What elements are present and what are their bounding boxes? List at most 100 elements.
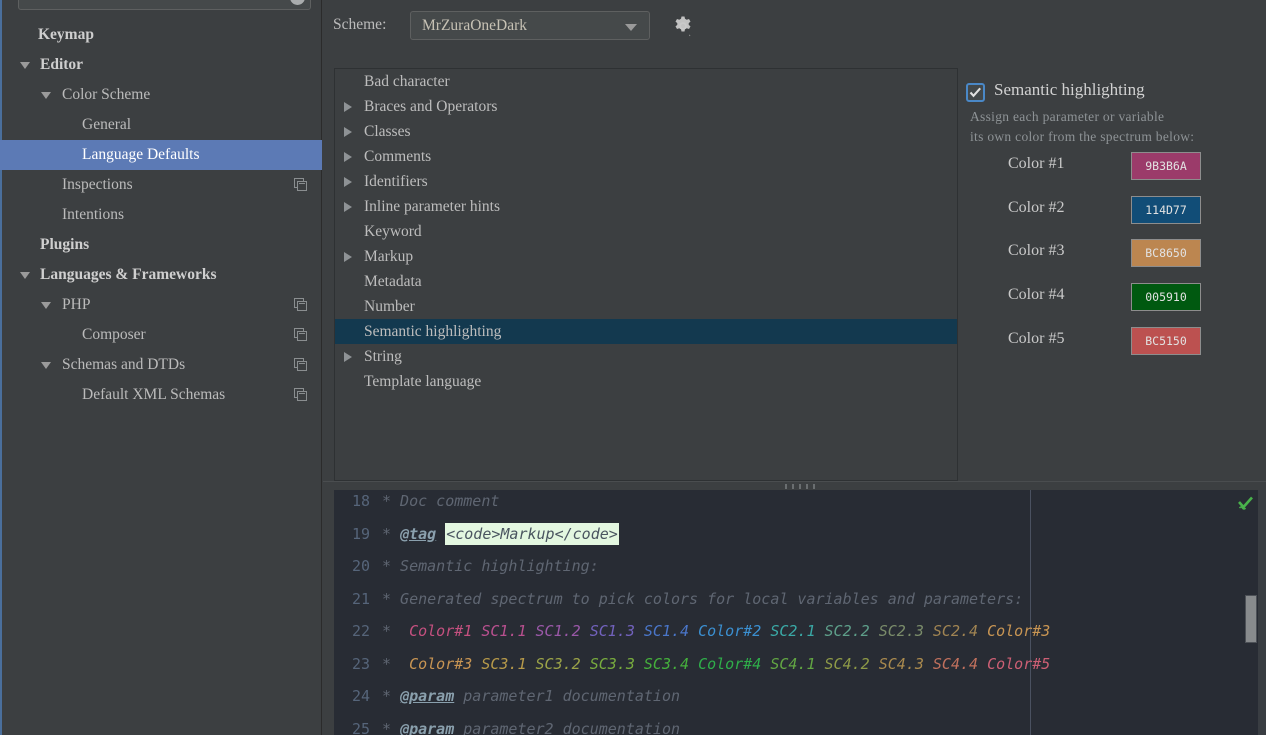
sidebar-item-intentions[interactable]: Intentions [0, 200, 322, 230]
chevron-down-icon[interactable] [41, 91, 51, 99]
scheme-toolbar: Scheme: MrZuraOneDark [323, 0, 1266, 55]
category-item-semantic-highlighting[interactable]: Semantic highlighting [335, 319, 957, 344]
category-item-template-language[interactable]: Template language [335, 369, 957, 394]
chevron-down-icon[interactable] [41, 301, 51, 309]
chevron-down-icon[interactable] [20, 271, 30, 279]
line-number: 20 [351, 557, 370, 575]
spectrum-token [816, 622, 825, 640]
category-item-markup[interactable]: Markup [335, 244, 957, 269]
category-item-metadata[interactable]: Metadata [335, 269, 957, 294]
category-item-label: Metadata [364, 272, 422, 290]
code-token: @tag [400, 524, 437, 543]
spectrum-token: * [382, 654, 410, 673]
search-input[interactable]: ⌄ ▫ ▫ [18, 0, 311, 10]
sidebar-item-general[interactable]: General [0, 110, 322, 140]
spectrum-token: SC1.1 [481, 622, 527, 640]
sidebar-item-php[interactable]: PHP [0, 290, 322, 320]
chevron-right-icon[interactable] [344, 351, 352, 362]
sidebar-item-keymap[interactable]: Keymap [0, 20, 322, 50]
category-item-bad-character[interactable]: Bad character [335, 69, 957, 94]
color-label: Color #2 [1008, 198, 1065, 216]
color-swatch-5[interactable]: BC5150 [1131, 326, 1201, 355]
spectrum-token [635, 655, 644, 673]
code-line-content: * @tag <code>Markup</code> [382, 522, 619, 545]
color-swatch-1[interactable]: 9B3B6A [1131, 152, 1201, 180]
line-number: 25 [351, 719, 370, 735]
chevron-right-icon[interactable] [344, 126, 352, 137]
sidebar-item-default-xml-schemas[interactable]: Default XML Schemas [0, 380, 322, 410]
code-token: * Semantic highlighting: [382, 557, 599, 575]
category-item-number[interactable]: Number [335, 294, 957, 319]
spectrum-token: Color#5 [987, 654, 1051, 673]
copy-settings-icon[interactable] [294, 298, 308, 312]
copy-settings-icon[interactable] [294, 178, 308, 192]
category-list-scroll[interactable]: Bad character Braces and Operators Classes… [335, 69, 957, 480]
sidebar-item-color-scheme[interactable]: Color Scheme [0, 80, 322, 110]
sidebar-item-label: Default XML Schemas [82, 386, 226, 403]
copy-settings-icon[interactable] [294, 388, 308, 402]
color-swatch-4[interactable]: 005910 [1131, 283, 1201, 312]
category-item-identifiers[interactable]: Identifiers [335, 169, 957, 194]
code-line: 24 * @param parameter1 documentation [334, 687, 1266, 720]
category-item-classes[interactable]: Classes [335, 119, 957, 144]
spectrum-token: SC4.2 [824, 654, 870, 673]
semantic-highlighting-label: Semantic highlighting [994, 80, 1145, 99]
category-item-string[interactable]: String [335, 344, 957, 369]
checkmark-icon [969, 87, 981, 98]
code-line: 23 * Color#3 SC3.1 SC3.2 SC3.3 SC3.4 Colo… [334, 655, 1266, 688]
color-swatch-2[interactable]: 114D77 [1131, 195, 1201, 224]
sidebar-item-plugins[interactable]: Plugins [0, 230, 322, 260]
panel-splitter[interactable] [323, 481, 1266, 490]
sidebar-item-languages-frameworks[interactable]: Languages & Frameworks [0, 260, 322, 290]
code-token: parameter2 documentation [454, 719, 681, 735]
copy-settings-icon[interactable] [294, 328, 308, 342]
category-item-label: String [364, 347, 402, 365]
category-item-comments[interactable]: Comments [335, 144, 957, 169]
semantic-highlighting-checkbox-row[interactable]: Semantic highlighting [966, 80, 1261, 106]
spectrum-token: Color#4 [698, 654, 762, 673]
spectrum-token: SC4.3 [878, 654, 924, 673]
sidebar-item-language-defaults[interactable]: Language Defaults [0, 140, 322, 170]
check-ok-icon[interactable] [1237, 496, 1254, 513]
category-item-keyword[interactable]: Keyword [335, 219, 957, 244]
gear-icon[interactable] [671, 14, 695, 38]
settings-tree: Keymap Editor Color Scheme General Language … [0, 20, 322, 410]
line-number: 21 [351, 589, 370, 608]
spectrum-token [924, 622, 933, 640]
chevron-right-icon[interactable] [344, 251, 352, 262]
semantic-highlighting-checkbox[interactable] [966, 83, 985, 102]
chevron-right-icon[interactable] [344, 176, 352, 187]
copy-settings-icon[interactable] [294, 358, 308, 372]
spectrum-token: Color#3 [409, 654, 473, 673]
code-line-content: * Color#1 SC1.1 SC1.2 SC1.3 SC1.4 Color#… [382, 622, 1050, 640]
scheme-dropdown[interactable]: MrZuraOneDark [410, 11, 650, 40]
code-preview[interactable]: 18 * Doc comment 19 * @tag <code>Markup</co… [334, 490, 1266, 735]
chevron-right-icon[interactable] [344, 101, 352, 112]
chevron-right-icon[interactable] [344, 201, 352, 212]
sidebar-item-label: PHP [62, 296, 91, 313]
editor-scrollbar-thumb[interactable] [1245, 595, 1257, 643]
sidebar-item-inspections[interactable]: Inspections [0, 170, 322, 200]
category-item-inline-parameter-hints[interactable]: Inline parameter hints [335, 194, 957, 219]
color-swatch-3[interactable]: BC8650 [1131, 239, 1201, 268]
spectrum-token: SC1.3 [589, 622, 635, 640]
code-line-content: * Generated spectrum to pick colors for … [382, 590, 1023, 608]
code-token: <code>Markup</code> [445, 522, 619, 545]
color-category-list[interactable]: Bad character Braces and Operators Classes… [334, 68, 958, 481]
chevron-down-icon[interactable] [41, 361, 51, 369]
spectrum-token [870, 655, 879, 673]
code-token: @param [400, 687, 455, 705]
category-item-braces-and-operators[interactable]: Braces and Operators [335, 94, 957, 119]
sidebar-item-composer[interactable]: Composer [0, 320, 322, 350]
spectrum-token [924, 655, 933, 673]
chevron-right-icon[interactable] [344, 151, 352, 162]
search-clear-icon[interactable] [290, 0, 305, 5]
color-label: Color #3 [1008, 242, 1065, 260]
spectrum-token [472, 655, 481, 673]
sidebar-item-editor[interactable]: Editor [0, 50, 322, 80]
chevron-down-icon[interactable] [20, 61, 30, 69]
spectrum-token: Color#2 [698, 622, 762, 640]
sidebar-item-schemas-and-dtds[interactable]: Schemas and DTDs [0, 350, 322, 380]
spectrum-token [527, 622, 536, 640]
search-placeholder-glyphs: ⌄ ▫ ▫ [45, 0, 160, 4]
